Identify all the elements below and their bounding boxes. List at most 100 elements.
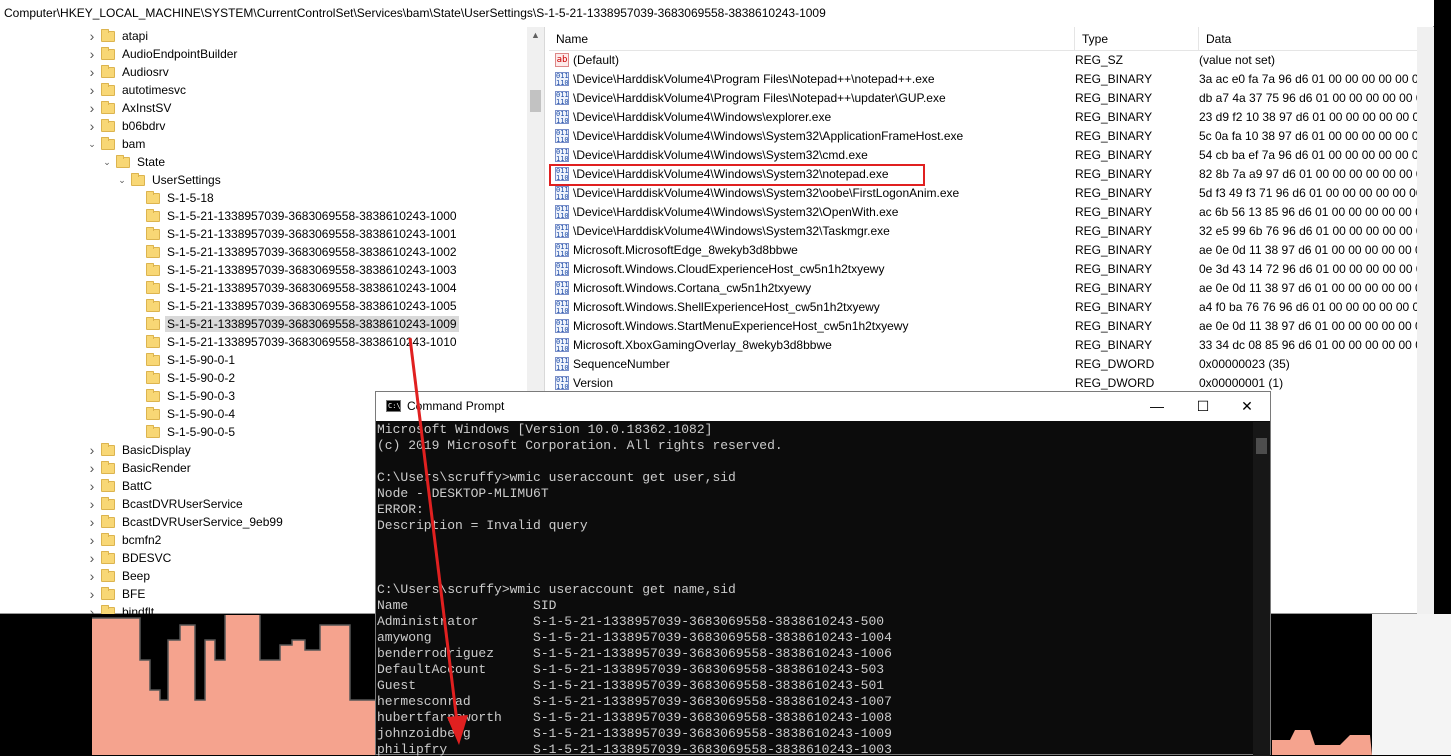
column-header-data[interactable]: Data [1199,27,1419,51]
column-header-name[interactable]: Name [549,27,1075,51]
tree-item[interactable]: S-1-5-90-0-3 [131,387,237,405]
tree-item[interactable]: › BcastDVRUserService [86,495,245,513]
annotation-highlight-box [549,164,925,186]
terminal-output[interactable]: Microsoft Windows [Version 10.0.18362.10… [377,422,1253,756]
tree-item[interactable]: S-1-5-21-1338957039-3683069558-383861024… [131,333,459,351]
chevron-down-icon[interactable]: ⌄ [101,153,113,171]
tree-item[interactable]: › autotimesvc [86,81,188,99]
address-input[interactable] [0,0,1434,26]
tree-item[interactable]: S-1-5-21-1338957039-3683069558-383861024… [131,243,459,261]
tree-item[interactable]: › b06bdrv [86,117,167,135]
tree-item[interactable]: › bcmfn2 [86,531,163,549]
binary-value-icon: 011 110 [555,148,569,163]
tree-item[interactable]: › BasicDisplay [86,441,193,459]
chevron-right-icon[interactable]: › [86,603,98,614]
chevron-right-icon[interactable]: › [86,567,98,585]
cmd-titlebar[interactable]: C:\ Command Prompt — ☐ ✕ [376,392,1270,421]
chevron-right-icon[interactable]: › [86,99,98,117]
value-type: REG_BINARY [1075,300,1153,314]
value-name: Version [573,376,614,390]
registry-value-row[interactable]: 011 110 Microsoft.Windows.Cortana_cw5n1h2t… [549,279,1434,298]
binary-value-icon: 011 110 [555,224,569,239]
tree-item[interactable]: ⌄ UserSettings [116,171,223,189]
tree-item[interactable]: S-1-5-21-1338957039-3683069558-383861024… [131,279,459,297]
tree-item[interactable]: S-1-5-21-1338957039-3683069558-383861024… [131,207,459,225]
registry-value-row[interactable]: 011 110 \Device\HarddiskVolume4\Windows\Sy… [549,222,1434,241]
binary-value-icon: 011 110 [555,319,569,334]
folder-icon [146,406,160,420]
registry-value-row[interactable]: 011 110 \Device\HarddiskVolume4\Windows\Sy… [549,146,1434,165]
scroll-up-icon[interactable]: ▲ [527,27,544,44]
minimize-button[interactable]: — [1134,392,1180,421]
folder-icon [101,46,115,60]
registry-value-row[interactable]: 011 110 Microsoft.XboxGamingOverlay_8wekyb… [549,336,1434,355]
maximize-button[interactable]: ☐ [1180,392,1226,421]
binary-value-icon: 011 110 [555,72,569,87]
tree-item[interactable]: › bindflt [86,603,156,614]
tree-item[interactable]: S-1-5-90-0-5 [131,423,237,441]
registry-value-row[interactable]: 011 110 \Device\HarddiskVolume4\Windows\Sy… [549,184,1434,203]
chevron-right-icon[interactable]: › [86,549,98,567]
chevron-right-icon[interactable]: › [86,477,98,495]
tree-item[interactable]: S-1-5-18 [131,189,216,207]
registry-value-row[interactable]: 011 110 \Device\HarddiskVolume4\Windows\Sy… [549,203,1434,222]
tree-item[interactable]: › BasicRender [86,459,193,477]
scrollbar-thumb[interactable] [1256,438,1267,454]
tree-item-label: bindflt [122,605,155,614]
chevron-right-icon[interactable]: › [86,585,98,603]
scrollbar-thumb[interactable] [530,90,541,112]
registry-value-row[interactable]: 011 110 \Device\HarddiskVolume4\Windows\ex… [549,108,1434,127]
registry-value-row[interactable]: 011 110 \Device\HarddiskVolume4\Program Fi… [549,89,1434,108]
chevron-right-icon[interactable]: › [86,81,98,99]
chevron-down-icon[interactable]: ⌄ [116,171,128,189]
folder-icon [146,208,160,222]
registry-value-row[interactable]: 011 110 Microsoft.Windows.ShellExperienceH… [549,298,1434,317]
tree-item[interactable]: ⌄ State [101,153,167,171]
tree-item[interactable]: › BFE [86,585,147,603]
registry-value-row[interactable]: 011 110 \Device\HarddiskVolume4\Windows\Sy… [549,127,1434,146]
tree-item[interactable]: S-1-5-90-0-1 [131,351,237,369]
registry-value-row[interactable]: 011 110 \Device\HarddiskVolume4\Program Fi… [549,70,1434,89]
tree-item[interactable]: S-1-5-21-1338957039-3683069558-383861024… [131,297,459,315]
registry-value-row[interactable]: 011 110 Microsoft.MicrosoftEdge_8wekyb3d8b… [549,241,1434,260]
registry-value-row[interactable]: 011 110 Microsoft.Windows.CloudExperienceH… [549,260,1434,279]
tree-item[interactable]: › Audiosrv [86,63,171,81]
tree-item[interactable]: › atapi [86,27,150,45]
value-type: REG_SZ [1075,53,1124,67]
chevron-right-icon[interactable]: › [86,27,98,45]
tree-item[interactable]: › Beep [86,567,152,585]
registry-value-row[interactable]: ab (Default) REG_SZ (value not set) [549,51,1434,70]
tree-item[interactable]: S-1-5-21-1338957039-3683069558-383861024… [131,261,459,279]
registry-value-row[interactable]: 011 110 SequenceNumber REG_DWORD 0x00000023 … [549,355,1434,374]
tree-item[interactable]: › AudioEndpointBuilder [86,45,239,63]
tree-item[interactable]: ⌄ bam [86,135,147,153]
values-scrollbar[interactable] [1417,27,1434,614]
chevron-right-icon[interactable]: › [86,63,98,81]
column-header-type[interactable]: Type [1075,27,1199,51]
chevron-right-icon[interactable]: › [86,117,98,135]
chevron-right-icon[interactable]: › [86,441,98,459]
chevron-right-icon[interactable]: › [86,45,98,63]
tree-item[interactable]: › BcastDVRUserService_9eb99 [86,513,285,531]
chevron-right-icon[interactable]: › [86,495,98,513]
terminal-line: C:\Users\scruffy>wmic useraccount get us… [377,470,736,485]
terminal-line: Administrator S-1-5-21-1338957039-368306… [377,614,885,629]
tree-item[interactable]: › AxInstSV [86,99,173,117]
tree-item[interactable]: › BattC [86,477,154,495]
tree-item[interactable]: S-1-5-21-1338957039-3683069558-383861024… [131,225,459,243]
tree-item[interactable]: › BDESVC [86,549,173,567]
terminal-scrollbar[interactable] [1253,422,1270,756]
chevron-right-icon[interactable]: › [86,531,98,549]
tree-item[interactable]: S-1-5-90-0-2 [131,369,237,387]
registry-value-row[interactable]: 011 110 Microsoft.Windows.StartMenuExperie… [549,317,1434,336]
close-button[interactable]: ✕ [1224,392,1270,421]
chevron-right-icon[interactable]: › [86,459,98,477]
tree-item-label: atapi [122,29,149,43]
tree-item[interactable]: S-1-5-21-1338957039-3683069558-383861024… [131,315,459,333]
tree-item[interactable]: S-1-5-90-0-4 [131,405,237,423]
tree-item-label: S-1-5-21-1338957039-3683069558-383861024… [167,209,457,223]
chevron-right-icon[interactable]: › [86,513,98,531]
chevron-down-icon[interactable]: ⌄ [86,135,98,153]
